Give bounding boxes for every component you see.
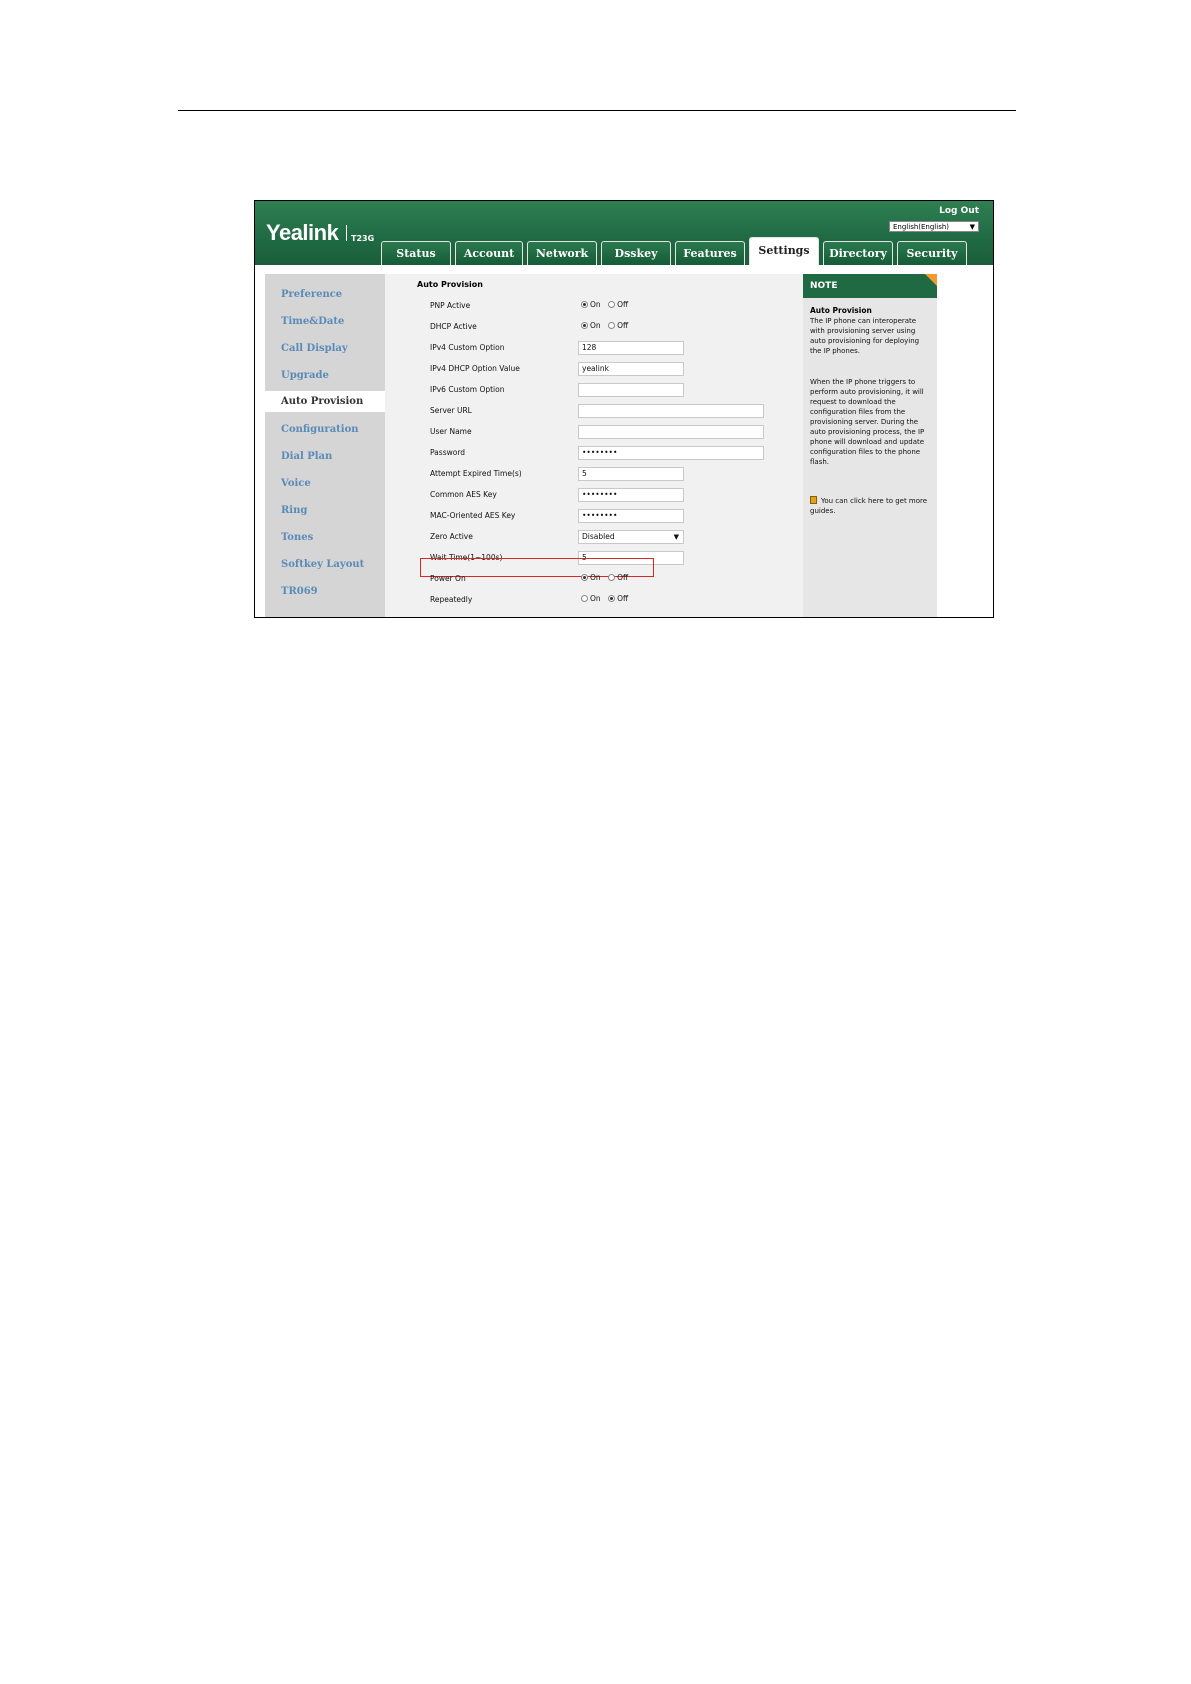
note-title: Auto Provision xyxy=(810,306,872,315)
zero-active-value: Disabled xyxy=(582,532,615,541)
dhcp-active-off-radio[interactable] xyxy=(608,322,616,329)
radio-off-label: Off xyxy=(617,300,629,309)
logout-link[interactable]: Log Out xyxy=(939,206,979,216)
note-paragraph-1: The IP phone can interoperate with provi… xyxy=(810,317,920,355)
settings-sidebar: Preference Time&Date Call Display Upgrad… xyxy=(265,274,387,617)
power-on-label: Power On xyxy=(430,574,466,583)
dhcp-active-on-radio[interactable] xyxy=(581,322,588,329)
user-name-input[interactable] xyxy=(578,425,764,439)
attempt-expired-time-input[interactable]: 5 xyxy=(578,467,684,481)
page-header-rule xyxy=(178,110,1016,111)
radio-on-label: On xyxy=(590,300,601,309)
radio-off-label: Off xyxy=(617,573,629,582)
tab-settings[interactable]: Settings xyxy=(749,237,819,265)
note-header: NOTE xyxy=(803,274,937,298)
sidebar-item-upgrade[interactable]: Upgrade xyxy=(281,370,329,381)
note-guide[interactable]: You can click here to get more guides. xyxy=(810,496,932,516)
mac-oriented-aes-key-input[interactable]: •••••••• xyxy=(578,509,684,523)
note-guide-text[interactable]: You can click here to get more guides. xyxy=(810,497,927,515)
chevron-down-icon: ▼ xyxy=(969,223,975,231)
sidebar-item-time-date[interactable]: Time&Date xyxy=(281,316,344,327)
sidebar-item-softkey-layout[interactable]: Softkey Layout xyxy=(281,559,364,570)
header-bar: Yealink T23G Log Out English(English) ▼ … xyxy=(255,201,993,265)
common-aes-key-label: Common AES Key xyxy=(430,490,497,499)
tab-security[interactable]: Security xyxy=(897,241,967,265)
dhcp-active-label: DHCP Active xyxy=(430,322,477,331)
password-input[interactable]: •••••••• xyxy=(578,446,764,460)
sidebar-item-preference[interactable]: Preference xyxy=(281,289,342,300)
attempt-expired-time-label: Attempt Expired Time(s) xyxy=(430,469,522,478)
sidebar-item-voice[interactable]: Voice xyxy=(281,478,311,489)
tab-network[interactable]: Network xyxy=(527,241,597,265)
web-ui-screenshot: Yealink T23G Log Out English(English) ▼ … xyxy=(254,200,994,618)
note-paragraph-2: When the IP phone triggers to perform au… xyxy=(810,378,925,466)
sidebar-item-configuration[interactable]: Configuration xyxy=(281,424,359,435)
language-select[interactable]: English(English) ▼ xyxy=(889,221,979,232)
user-name-label: User Name xyxy=(430,427,472,436)
sidebar-item-dial-plan[interactable]: Dial Plan xyxy=(281,451,332,462)
ipv4-dhcp-option-value-label: IPv4 DHCP Option Value xyxy=(430,364,520,373)
section-title: Auto Provision xyxy=(417,280,483,289)
pnp-active-label: PNP Active xyxy=(430,301,471,310)
mac-oriented-aes-key-label: MAC-Oriented AES Key xyxy=(430,511,516,520)
brand-logo: Yealink xyxy=(266,220,339,245)
sidebar-item-auto-provision[interactable]: Auto Provision xyxy=(265,391,387,412)
pnp-active-off-radio[interactable] xyxy=(608,301,616,308)
pnp-active-radio: On Off xyxy=(581,300,628,309)
ipv4-custom-option-input[interactable]: 128 xyxy=(578,341,684,355)
radio-on-label: On xyxy=(590,321,601,330)
model-label: T23G xyxy=(351,234,375,243)
tab-account[interactable]: Account xyxy=(455,241,523,265)
server-url-label: Server URL xyxy=(430,406,472,415)
chevron-down-icon: ▼ xyxy=(673,533,679,541)
dhcp-active-radio: On Off xyxy=(581,321,628,330)
repeatedly-label: Repeatedly xyxy=(430,595,473,604)
tab-directory[interactable]: Directory xyxy=(823,241,893,265)
tab-dsskey[interactable]: Dsskey xyxy=(601,241,671,265)
ipv4-custom-option-label: IPv4 Custom Option xyxy=(430,343,505,352)
tab-features[interactable]: Features xyxy=(675,241,745,265)
password-label: Password xyxy=(430,448,466,457)
book-icon xyxy=(810,496,817,504)
note-corner-flag xyxy=(925,274,937,286)
radio-off-label: Off xyxy=(617,594,629,603)
power-on-off-radio[interactable] xyxy=(608,574,616,581)
repeatedly-radio: On Off xyxy=(581,594,628,603)
sidebar-item-call-display[interactable]: Call Display xyxy=(281,343,348,354)
radio-on-label: On xyxy=(590,573,601,582)
repeatedly-on-radio[interactable] xyxy=(581,595,588,602)
sidebar-item-ring[interactable]: Ring xyxy=(281,505,307,516)
ipv4-dhcp-option-value-input[interactable]: yealink xyxy=(578,362,684,376)
pnp-active-on-radio[interactable] xyxy=(581,301,588,308)
common-aes-key-input[interactable]: •••••••• xyxy=(578,488,684,502)
ipv6-custom-option-input[interactable] xyxy=(578,383,684,397)
radio-off-label: Off xyxy=(617,321,629,330)
sidebar-item-tr069[interactable]: TR069 xyxy=(281,586,318,597)
language-value: English(English) xyxy=(893,223,950,231)
ipv6-custom-option-label: IPv6 Custom Option xyxy=(430,385,505,394)
radio-on-label: On xyxy=(590,594,601,603)
zero-active-select[interactable]: Disabled ▼ xyxy=(578,530,684,544)
zero-active-label: Zero Active xyxy=(430,532,473,541)
note-panel: NOTE Auto Provision The IP phone can int… xyxy=(803,274,937,617)
logo-divider xyxy=(346,225,347,241)
server-url-input[interactable] xyxy=(578,404,764,418)
auto-provision-form: Auto Provision PNP Active On Off DHCP Ac… xyxy=(385,274,803,617)
power-on-on-radio[interactable] xyxy=(581,574,588,581)
tab-status[interactable]: Status xyxy=(381,241,451,265)
repeatedly-off-radio[interactable] xyxy=(608,595,616,602)
sidebar-item-tones[interactable]: Tones xyxy=(281,532,313,543)
power-on-radio: On Off xyxy=(581,573,628,582)
